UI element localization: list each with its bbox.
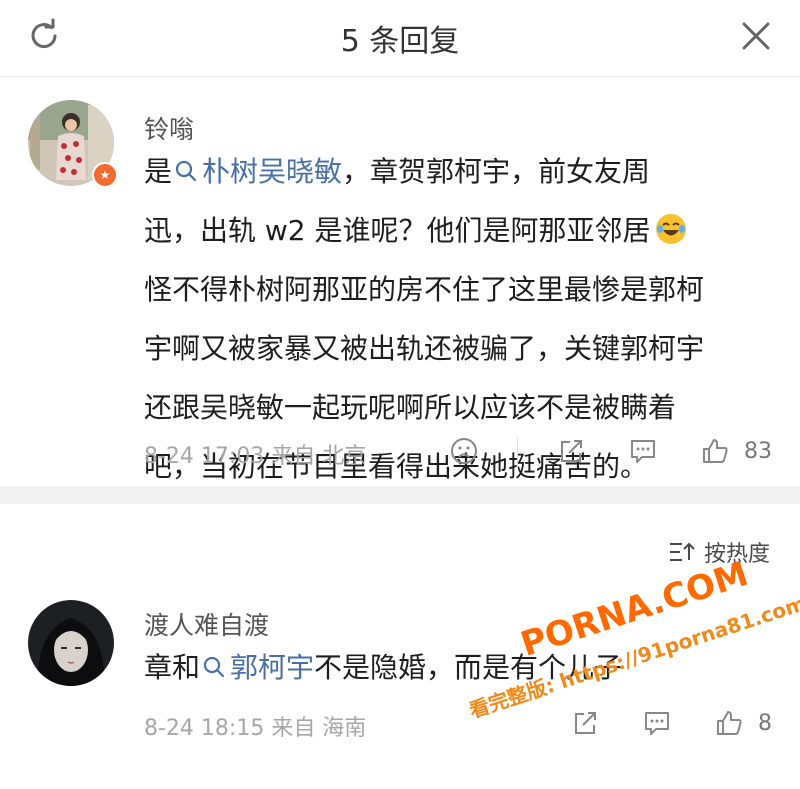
share-button[interactable] (552, 432, 590, 470)
text-line: 是朴树吴晓敏，章贺郭柯宇，前女友周 (144, 142, 764, 201)
header: 5 条回复 (0, 0, 800, 77)
laugh-cry-emoji-icon (655, 214, 686, 244)
comment-meta: 8-24 17:03 来自 北京 (144, 444, 367, 469)
search-icon (175, 160, 197, 182)
like-count: 8 (758, 710, 772, 736)
text-line: 宇啊又被家暴又被出轨还被骗了，关键郭柯宇 (144, 332, 705, 365)
comment-meta: 8-24 18:15 来自 海南 (144, 716, 367, 741)
username[interactable]: 铃嗡 (144, 110, 194, 146)
text-fragment: 章和 (144, 651, 201, 684)
share-icon (561, 440, 582, 462)
username[interactable]: 渡人难自渡 (144, 606, 269, 642)
text-fragment: ，章贺郭柯宇，前女友周 (342, 155, 651, 188)
like-count: 83 (744, 438, 772, 464)
avatar[interactable] (28, 600, 114, 686)
text-line: 迅，出轨 w2 是谁呢？他们是阿那亚邻居 (144, 201, 764, 260)
topic-text: 郭柯宇 (230, 651, 315, 684)
verified-badge-icon: ★ (92, 162, 118, 188)
section-divider (0, 486, 800, 504)
thumbs-up-icon (703, 439, 728, 463)
text-fragment: 是 (144, 155, 173, 188)
page-title: 5 条回复 (340, 24, 460, 59)
dislike-button[interactable] (445, 432, 483, 470)
like-button[interactable] (696, 432, 734, 470)
close-button[interactable] (734, 14, 778, 58)
sort-icon (669, 542, 695, 561)
comment-actions: 83 (445, 432, 772, 470)
text-line: 还跟吴晓敏一起玩呢啊所以应该不是被瞒着 (144, 391, 677, 424)
topic-link[interactable]: 朴树吴晓敏 (172, 155, 342, 188)
frown-face-icon (451, 438, 477, 464)
watermark: PORNA.COM 看完整版: https://91porna81.com (449, 545, 800, 789)
text-line: 怪不得朴树阿那亚的房不住了这里最惨是郭柯 (144, 273, 705, 306)
comment-icon (631, 440, 655, 463)
reply-button[interactable] (624, 432, 662, 470)
divider (517, 437, 518, 465)
topic-link[interactable]: 郭柯宇 (200, 651, 314, 684)
topic-text: 朴树吴晓敏 (202, 155, 343, 188)
search-icon (203, 656, 225, 678)
text-fragment: 迅，出轨 w2 是谁呢？他们是阿那亚邻居 (144, 214, 651, 247)
close-icon (742, 22, 770, 50)
